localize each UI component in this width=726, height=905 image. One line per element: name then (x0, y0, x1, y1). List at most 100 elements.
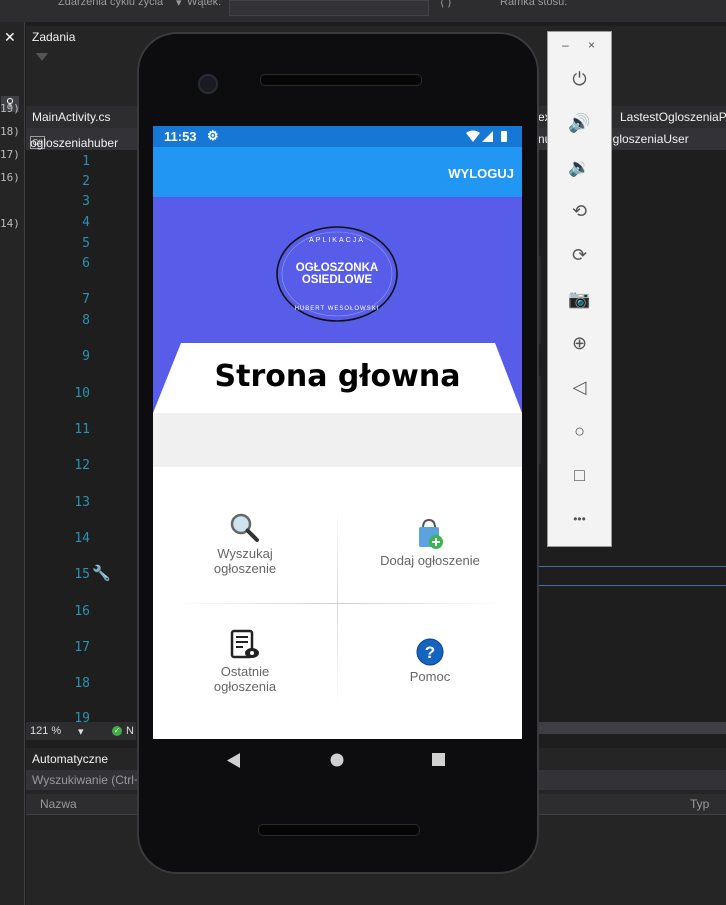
power-button[interactable]: ⏻ (548, 62, 611, 96)
line-number: 16 (74, 604, 90, 619)
tile-add[interactable]: Dodaj ogłoszenie (338, 506, 522, 603)
editor-status-bar: 121 % ▾ ✓ N (26, 722, 136, 740)
phone-screen: 11:53 ⚙ WYLOGUJ APLIKACJA OGŁOSZONKA OSI… (153, 126, 522, 739)
line-number: 7 (82, 292, 90, 307)
rotate-left-icon: ⟲ (571, 201, 588, 221)
back-nav-icon[interactable] (227, 753, 241, 768)
signal-icon (482, 131, 493, 142)
editor-selection-highlight (536, 566, 726, 586)
thread-dropdown[interactable] (229, 0, 429, 16)
line-number: 8 (82, 313, 90, 328)
column-type[interactable]: Typ (690, 797, 709, 811)
line-number: 17 (74, 640, 90, 655)
logo-top-text: APLIKACJA (309, 237, 365, 244)
android-status-bar: 11:53 ⚙ (153, 126, 522, 147)
dropdown-arrow-icon[interactable]: ▾ (176, 0, 182, 9)
power-icon: ⏻ (572, 69, 587, 89)
svg-text:?: ? (425, 643, 435, 662)
line-number: 12 (74, 458, 90, 473)
filter-icon[interactable] (36, 53, 48, 61)
app-logo: APLIKACJA OGŁOSZONKA OSIEDLOWE HUBERT WE… (276, 226, 398, 322)
close-button[interactable]: × (588, 38, 595, 52)
more-icon: ••• (573, 512, 586, 526)
line-number: 4 (82, 215, 90, 230)
line-number: 14 (74, 531, 90, 546)
left-number: 19) (0, 102, 20, 115)
horizontal-scrollbar[interactable] (532, 722, 726, 734)
header-banner: APLIKACJA OGŁOSZONKA OSIEDLOWE HUBERT WE… (153, 197, 522, 413)
help-icon: ? (416, 638, 444, 666)
line-number: 15 (74, 567, 90, 582)
battery-icon (501, 131, 507, 142)
logo-bottom-text: HUBERT WESOŁOWSKI (295, 306, 380, 312)
front-camera (198, 74, 218, 94)
home-button[interactable]: ○ (548, 414, 611, 448)
rotate-right-button[interactable]: ⟳ (548, 238, 611, 272)
status-time: 11:53 (164, 129, 197, 144)
autos-panel-title: Automatyczne (32, 752, 109, 766)
screenshot-button[interactable]: 📷 (548, 282, 611, 316)
tile-search-label-2: ogłoszenie (213, 561, 277, 576)
top-speaker (260, 74, 422, 86)
screwdriver-icon[interactable]: 🔧 (92, 564, 111, 582)
tile-search[interactable]: Wyszukaj ogłoszenie (153, 506, 337, 603)
stack-nav-icon[interactable]: ⟨ ⟩ (440, 0, 452, 9)
line-number: 3 (82, 194, 90, 209)
line-number: 11 (74, 422, 90, 437)
debug-toolbar: Zdarzenia cyklu życia ▾ Wątek: ⟨ ⟩ Ramka… (0, 0, 726, 22)
overview-icon: □ (574, 465, 585, 485)
lifecycle-events-label[interactable]: Zdarzenia cyklu życia (58, 0, 163, 8)
logo-line2: OSIEDLOWE (302, 274, 373, 286)
zoom-dropdown-icon[interactable]: ▾ (78, 725, 84, 738)
line-number: 10 (74, 386, 90, 401)
left-number: 16) (0, 171, 20, 184)
camera-icon: 📷 (568, 289, 591, 309)
tile-recent-label-2: ogłoszenia (213, 679, 277, 694)
logout-button[interactable]: WYLOGUJ (448, 166, 514, 181)
status-icons (466, 130, 507, 142)
left-number: 14) (0, 217, 20, 230)
overview-nav-icon[interactable] (432, 753, 445, 766)
close-icon[interactable]: ✕ (4, 29, 16, 46)
issues-status-text: N (126, 725, 134, 737)
volume-up-button[interactable]: 🔊 (548, 106, 611, 140)
minimize-button[interactable]: – (562, 38, 569, 52)
thread-label: Wątek: (187, 0, 222, 8)
tab-latest-ogloszenia[interactable]: LastestOgloszeniaPa (620, 110, 726, 124)
zoom-icon: ⊕ (571, 333, 588, 353)
rotate-left-button[interactable]: ⟲ (548, 194, 611, 228)
tile-help[interactable]: ? Pomoc (338, 604, 522, 704)
left-number: 17) (0, 148, 20, 161)
column-name[interactable]: Nazwa (40, 797, 77, 811)
bottom-speaker (258, 824, 420, 836)
emulator-toolbar: – × ⏻ 🔊 🔉 ⟲ ⟳ 📷 ⊕ ◁ ○ □ ••• (547, 31, 612, 547)
line-number: 2 (82, 174, 90, 189)
overview-button[interactable]: □ (548, 458, 611, 492)
line-number: 18 (74, 676, 90, 691)
home-nav-icon[interactable] (330, 753, 344, 767)
back-button[interactable]: ◁ (548, 370, 611, 404)
home-icon: ○ (574, 421, 585, 441)
line-number: 9 (82, 349, 90, 364)
magnifier-icon (230, 513, 259, 542)
zoom-level[interactable]: 121 % (30, 725, 61, 737)
banner-footer (153, 413, 522, 467)
volume-down-button[interactable]: 🔉 (548, 150, 611, 184)
more-button[interactable]: ••• (548, 502, 611, 536)
tile-recent[interactable]: Ostatnie ogłoszenia (153, 604, 337, 704)
settings-icon: ⚙ (207, 128, 219, 143)
volume-down-icon: 🔉 (568, 157, 591, 177)
line-number: 5 (82, 236, 90, 251)
zoom-button[interactable]: ⊕ (548, 326, 611, 360)
recent-list-icon (230, 629, 259, 659)
member-dropdown[interactable]: .OgloszeniaUser (600, 132, 689, 146)
tab-main-activity[interactable]: MainActivity.cs (32, 110, 110, 124)
line-number: 1 (82, 154, 90, 169)
app-toolbar: WYLOGUJ (153, 147, 522, 197)
line-number: 13 (74, 495, 90, 510)
tasks-panel-title: Zadania (32, 30, 76, 44)
search-placeholder: Wyszukiwanie (Ctrl+ (32, 773, 141, 787)
stack-frame-label: Ramka stosu: (500, 0, 568, 8)
wifi-icon (466, 130, 480, 142)
tile-help-label: Pomoc (409, 669, 451, 684)
